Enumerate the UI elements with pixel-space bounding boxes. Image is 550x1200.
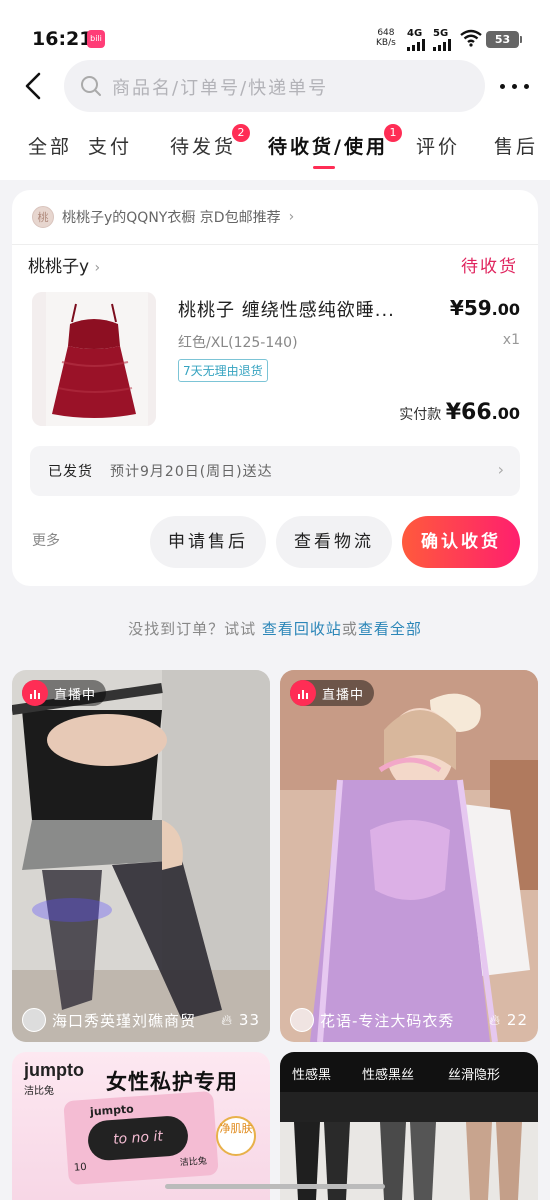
ad-headline: 女性私护专用 bbox=[106, 1070, 238, 1094]
network-speed-unit: KB/s bbox=[376, 38, 396, 48]
product-spec: 红色/XL(125-140) bbox=[178, 335, 298, 351]
live-stream-card[interactable]: 直播中 花语-专注大码衣秀 🔥︎ 22 bbox=[280, 670, 538, 1042]
seller-name: 桃桃子y bbox=[28, 257, 90, 277]
signal-5g-bars-icon bbox=[433, 35, 451, 51]
live-card-footer: 花语-专注大码衣秀 🔥︎ 22 bbox=[290, 1008, 528, 1032]
tab-pending-payment[interactable]: 支付 bbox=[88, 132, 132, 159]
pending-shipment-badge: 2 bbox=[232, 124, 251, 142]
viewer-count: 🔥︎ 33 bbox=[221, 1011, 260, 1029]
shipping-status: 已发货 bbox=[48, 464, 93, 480]
ad-label-2: 性感黑丝 bbox=[362, 1068, 415, 1083]
product-ad-card[interactable]: 性感黑 性感黑丝 丝滑隐形 bbox=[280, 1052, 538, 1200]
back-button[interactable] bbox=[18, 70, 48, 102]
view-all-link[interactable]: 查看全部 bbox=[358, 620, 422, 638]
product-ad-card[interactable]: jumpto 洁比兔 女性私护专用 jumpto to no it 10 洁比兔… bbox=[12, 1052, 270, 1200]
tab-pending-receipt[interactable]: 待收货/使用 1 bbox=[268, 124, 402, 159]
live-badge: 直播中 bbox=[22, 680, 107, 706]
product-title[interactable]: 桃桃子 缠绕性感纯欲睡... bbox=[178, 296, 428, 322]
wipes-package: jumpto to no it 10 洁比兔 bbox=[63, 1090, 219, 1186]
shipping-eta: 预计9月20日(周日)送达 bbox=[110, 464, 273, 480]
view-logistics-button[interactable]: 查看物流 bbox=[276, 516, 392, 568]
network-speed: 648 KB/s bbox=[376, 28, 396, 48]
live-stream-card[interactable]: 直播中 海口秀英瑾刘礁商贸 🔥︎ 33 bbox=[12, 670, 270, 1042]
product-price: ¥59.00 bbox=[449, 296, 520, 320]
tab-review[interactable]: 评价 bbox=[416, 132, 460, 159]
more-options-button[interactable] bbox=[498, 74, 532, 98]
chevron-right-icon: › bbox=[497, 460, 504, 479]
chevron-right-icon: › bbox=[94, 260, 101, 276]
no-order-hint: 没找到订单？试试 查看回收站或查看全部 bbox=[128, 620, 422, 638]
live-badge: 直播中 bbox=[290, 680, 375, 706]
tab-pending-shipment[interactable]: 待发货 2 bbox=[170, 124, 251, 159]
product-quantity: x1 bbox=[502, 332, 520, 348]
live-bars-icon bbox=[290, 680, 316, 706]
battery-icon: 53 bbox=[486, 31, 522, 48]
shop-promo-text: 桃桃子y的QQNY衣橱 京D包邮推荐 bbox=[62, 210, 281, 226]
live-bars-icon bbox=[22, 680, 48, 706]
recycle-bin-link[interactable]: 查看回收站 bbox=[262, 620, 342, 638]
chevron-right-icon: › bbox=[288, 209, 295, 225]
brand-logo: jumpto bbox=[24, 1060, 84, 1080]
divider bbox=[12, 244, 538, 245]
avatar bbox=[290, 1008, 314, 1032]
clean-skin-badge: 净肌肤 bbox=[216, 1116, 256, 1156]
product-image[interactable] bbox=[32, 292, 156, 426]
network-speed-value: 648 bbox=[377, 28, 395, 38]
shop-avatar: 桃 bbox=[32, 206, 54, 228]
order-card: 桃 桃桃子y的QQNY衣橱 京D包邮推荐 › 桃桃子y › 待收货 桃桃子 缠绕… bbox=[12, 190, 538, 586]
pending-receipt-badge: 1 bbox=[383, 124, 402, 142]
avatar bbox=[22, 1008, 46, 1032]
shop-promo-link[interactable]: 桃 桃桃子y的QQNY衣橱 京D包邮推荐 › bbox=[32, 206, 294, 228]
apply-after-sale-button[interactable]: 申请售后 bbox=[150, 516, 266, 568]
tab-all[interactable]: 全部 bbox=[28, 132, 72, 159]
wifi-icon bbox=[460, 29, 482, 47]
more-actions-link[interactable]: 更多 bbox=[32, 530, 60, 550]
home-indicator[interactable] bbox=[165, 1184, 385, 1189]
streamer-name: 海口秀英瑾刘礁商贸 bbox=[52, 1011, 197, 1030]
ad-label-3: 丝滑隐形 bbox=[448, 1068, 501, 1083]
header: 商品名/订单号/快递单号 全部 支付 待发货 2 待收货/使用 1 评价 售后 bbox=[0, 60, 550, 180]
order-status: 待收货 bbox=[461, 257, 518, 277]
search-placeholder: 商品名/订单号/快递单号 bbox=[112, 78, 329, 99]
confirm-receipt-button[interactable]: 确认收货 bbox=[402, 516, 520, 568]
brand-cn: 洁比兔 bbox=[24, 1086, 54, 1097]
return-policy-tag: 7天无理由退货 bbox=[178, 359, 268, 382]
live-stream-thumbnail bbox=[12, 670, 270, 1042]
live-stream-thumbnail bbox=[280, 670, 538, 1042]
search-icon bbox=[81, 76, 101, 96]
ad-label-1: 性感黑 bbox=[292, 1068, 332, 1083]
streamer-name: 花语-专注大码衣秀 bbox=[320, 1011, 455, 1030]
shipping-status-row[interactable]: 已发货 预计9月20日(周日)送达 › bbox=[30, 446, 520, 496]
bilibili-notification-icon: bili bbox=[87, 30, 105, 48]
viewer-count: 🔥︎ 22 bbox=[489, 1011, 528, 1029]
status-time: 16:21 bbox=[32, 28, 93, 50]
live-card-footer: 海口秀英瑾刘礁商贸 🔥︎ 33 bbox=[22, 1008, 260, 1032]
active-tab-indicator bbox=[313, 166, 335, 169]
signal-4g-bars-icon bbox=[407, 35, 425, 51]
tab-after-sale[interactable]: 售后 bbox=[494, 132, 538, 159]
search-input[interactable]: 商品名/订单号/快递单号 bbox=[64, 60, 485, 112]
seller-link[interactable]: 桃桃子y › bbox=[28, 252, 100, 277]
paid-amount: 实付款 ¥66.00 bbox=[399, 400, 520, 425]
order-tabs: 全部 支付 待发货 2 待收货/使用 1 评价 售后 bbox=[0, 124, 550, 170]
